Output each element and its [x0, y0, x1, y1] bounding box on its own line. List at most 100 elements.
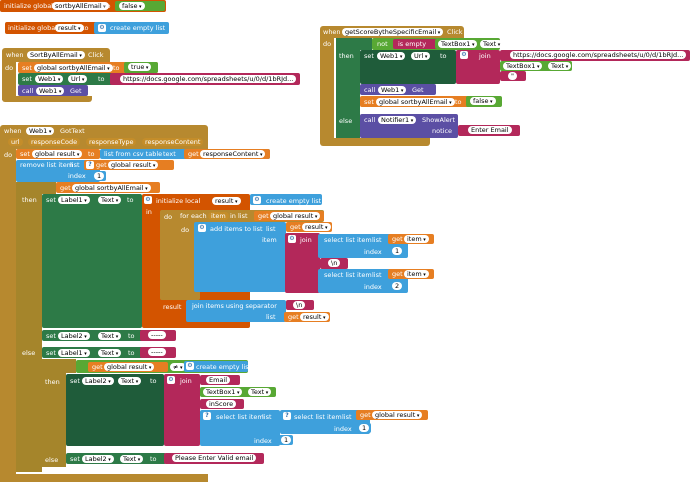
- set-label: set: [364, 52, 374, 60]
- when-label: when: [6, 51, 24, 59]
- param-url[interactable]: url: [8, 138, 23, 146]
- text-field[interactable]: Text: [98, 349, 122, 357]
- web1-field[interactable]: Web1: [35, 75, 64, 83]
- then-label: then: [22, 196, 37, 204]
- gear-icon[interactable]: ?: [283, 412, 291, 420]
- gear-icon[interactable]: ⚙: [98, 24, 106, 32]
- var-field[interactable]: global sortbyAllEmail: [34, 64, 113, 72]
- param-responsecontent[interactable]: responseContent: [142, 138, 204, 146]
- dash-text[interactable]: -----: [148, 331, 166, 339]
- gear-icon[interactable]: ⚙: [186, 362, 194, 370]
- if-top-bar: [42, 359, 76, 373]
- responsecontent-field[interactable]: responseContent: [200, 150, 266, 158]
- component-field[interactable]: SortByAllEmail: [27, 51, 85, 59]
- dash-text[interactable]: -----: [148, 348, 166, 356]
- label2-field[interactable]: Label2: [82, 455, 114, 463]
- if-top-bar: [16, 182, 56, 194]
- gear-icon[interactable]: ?: [203, 412, 211, 420]
- num-2-value[interactable]: 2: [392, 282, 403, 290]
- url-text[interactable]: https://docs.google.com/spreadsheets/u/0…: [510, 51, 687, 59]
- num-1-value[interactable]: 1: [94, 172, 105, 180]
- param-responsetype[interactable]: responseType: [86, 138, 137, 146]
- gear-icon[interactable]: ?: [86, 161, 94, 169]
- email-text[interactable]: Email: [206, 376, 231, 384]
- global-sort-field[interactable]: global sortbyAllEmail: [72, 184, 151, 192]
- gear-icon[interactable]: ⚙: [198, 224, 206, 232]
- url-field[interactable]: Url: [68, 75, 88, 83]
- result-name-field[interactable]: result: [212, 197, 241, 205]
- label2-field[interactable]: Label2: [82, 377, 114, 385]
- web1-field[interactable]: Web1: [378, 86, 407, 94]
- index-label: index: [364, 283, 382, 291]
- inscore-text[interactable]: inScore: [206, 400, 237, 408]
- do-bar: [320, 38, 334, 142]
- label1-field[interactable]: Label1: [58, 196, 90, 204]
- please-text[interactable]: Please Enter Valid email: [172, 454, 257, 462]
- sep-text[interactable]: \n: [293, 301, 306, 309]
- component-field[interactable]: Web1: [26, 127, 55, 135]
- if-else-block[interactable]: [16, 182, 42, 472]
- item-field[interactable]: item: [404, 270, 429, 278]
- global-result-field[interactable]: global result: [372, 411, 423, 419]
- gear-icon[interactable]: ⚙: [253, 196, 261, 204]
- web1-field[interactable]: Web1: [377, 52, 406, 60]
- text-field[interactable]: Text: [118, 377, 142, 385]
- gear-icon[interactable]: ⚙: [167, 376, 175, 384]
- var-name-field[interactable]: sortbyAllEmail: [52, 2, 109, 10]
- global-result-field[interactable]: global result: [104, 363, 155, 371]
- create-empty-label: create empty list: [196, 363, 252, 371]
- result-field[interactable]: result: [300, 313, 329, 321]
- create-empty-list-label: create empty list: [110, 24, 166, 32]
- num-1-value[interactable]: 1: [281, 436, 292, 444]
- notifier1-field[interactable]: Notifier1: [378, 116, 417, 124]
- component-field[interactable]: getScoreBytheSpecificEmail: [342, 28, 444, 36]
- global-result-field[interactable]: global result: [32, 150, 83, 158]
- set-label: set: [20, 150, 30, 158]
- result-field[interactable]: result: [302, 223, 331, 231]
- var-field[interactable]: global sortbyAllEmail: [376, 98, 455, 106]
- list-label: list: [372, 236, 382, 244]
- to-label: to: [150, 455, 157, 463]
- gear-icon[interactable]: ⚙: [288, 235, 296, 243]
- gear-icon[interactable]: ⚙: [144, 196, 152, 204]
- url-field[interactable]: Url: [411, 52, 431, 60]
- false-field[interactable]: false: [470, 97, 496, 105]
- web1-field[interactable]: Web1: [36, 87, 65, 95]
- item-field[interactable]: item: [404, 235, 429, 243]
- inner-if-else-block[interactable]: [42, 359, 66, 467]
- get-label: Get: [412, 86, 424, 94]
- true-field[interactable]: true: [128, 63, 152, 71]
- url-text[interactable]: https://docs.google.com/spreadsheets/u/0…: [120, 75, 297, 83]
- text-field[interactable]: Text: [480, 40, 504, 48]
- label1-field[interactable]: Label1: [58, 349, 90, 357]
- set-label1-text-block[interactable]: [42, 194, 142, 328]
- false-field[interactable]: false: [119, 2, 145, 10]
- get-label: get: [360, 411, 371, 419]
- select-list-label: select list item: [216, 413, 264, 421]
- textbox1-field[interactable]: TextBox1: [503, 62, 543, 70]
- num-1-value[interactable]: 1: [359, 424, 370, 432]
- call-label: call: [364, 116, 376, 124]
- quote-text[interactable]: ": [508, 72, 517, 80]
- global-res-field[interactable]: global result: [270, 212, 321, 220]
- var-name-field[interactable]: result: [55, 24, 84, 32]
- gear-icon[interactable]: ⚙: [460, 51, 468, 59]
- num-1-value[interactable]: 1: [392, 247, 403, 255]
- item-var[interactable]: item: [208, 212, 229, 220]
- when-label: when: [323, 28, 341, 36]
- index-label: index: [68, 172, 86, 180]
- enter-email-text[interactable]: Enter Email: [468, 126, 512, 134]
- textbox1-field[interactable]: TextBox1: [203, 388, 243, 396]
- set-label: set: [70, 455, 80, 463]
- text-field[interactable]: Text: [248, 388, 272, 396]
- then-label: then: [45, 378, 60, 386]
- param-responsecode[interactable]: responseCode: [28, 138, 81, 146]
- newline-text[interactable]: \n: [328, 259, 341, 267]
- label2-field[interactable]: Label2: [58, 332, 90, 340]
- text-field[interactable]: Text: [98, 196, 122, 204]
- text-field[interactable]: Text: [548, 62, 572, 70]
- global-result-field[interactable]: global result: [108, 161, 159, 169]
- textbox1-field[interactable]: TextBox1: [438, 40, 478, 48]
- text-field[interactable]: Text: [98, 332, 122, 340]
- text-field[interactable]: Text: [120, 455, 144, 463]
